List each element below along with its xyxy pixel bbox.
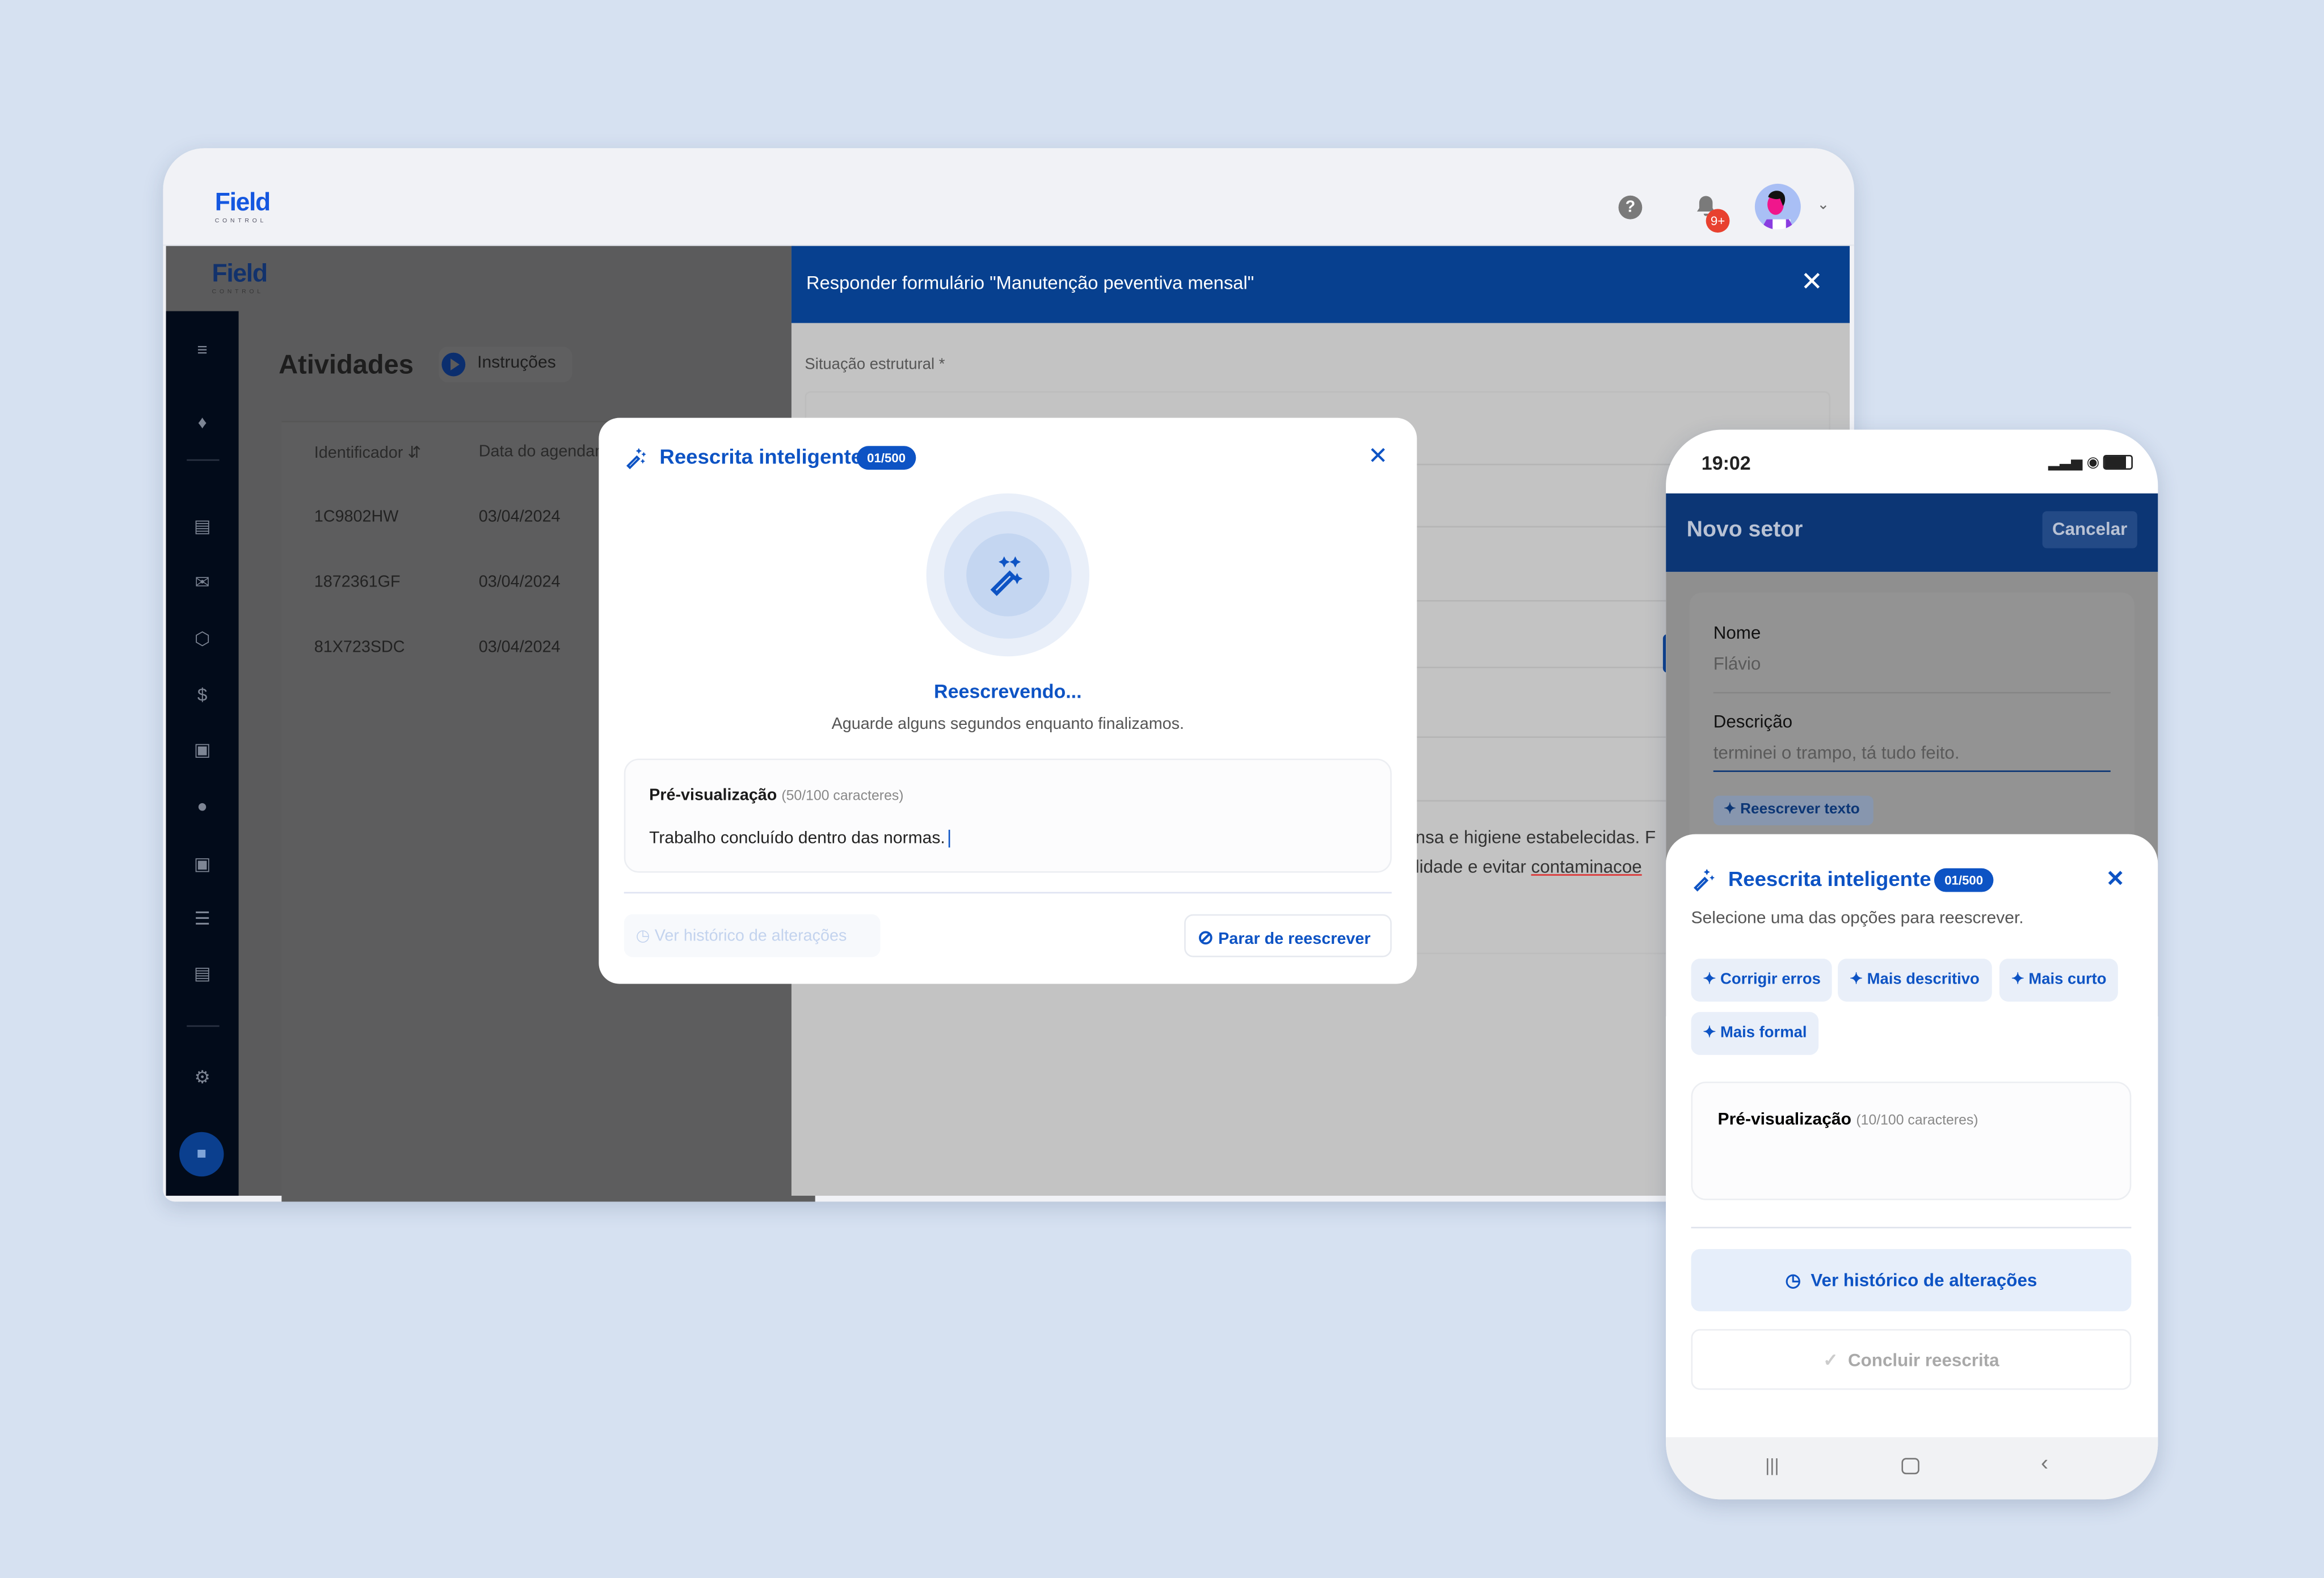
form-text: lidade e evitar contaminacoe bbox=[1415, 856, 1642, 877]
page-title: Atividades bbox=[279, 349, 414, 379]
home-icon[interactable] bbox=[1901, 1458, 1919, 1475]
notification-badge: 9+ bbox=[1706, 209, 1730, 233]
stop-icon: ⊘ bbox=[1197, 926, 1214, 948]
clipboard-icon[interactable]: ▤ bbox=[193, 516, 212, 537]
phone-header: Novo setor Cancelar bbox=[1666, 493, 2158, 572]
collapse-icon[interactable]: ≡ bbox=[193, 340, 212, 360]
column-header[interactable]: Identificador ⇵ bbox=[314, 443, 422, 462]
close-icon[interactable]: ✕ bbox=[2106, 866, 2125, 892]
cancel-button[interactable]: Cancelar bbox=[2042, 511, 2137, 548]
app-logo: Field CONTROL bbox=[212, 259, 268, 295]
history-button[interactable]: ◷ Ver histórico de alterações bbox=[1691, 1249, 2132, 1311]
option-mais-formal[interactable]: ✦ Mais formal bbox=[1691, 1012, 1819, 1055]
status-time: 19:02 bbox=[1701, 452, 1751, 474]
chart-icon[interactable]: ▤ bbox=[193, 964, 212, 984]
close-icon[interactable]: ✕ bbox=[1801, 267, 1823, 298]
finish-rewrite-button[interactable]: ✓ Concluir reescrita bbox=[1691, 1329, 2132, 1390]
option-mais-curto[interactable]: ✦ Mais curto bbox=[1999, 959, 2119, 1002]
field-label: Descrição bbox=[1713, 711, 1793, 732]
dollar-icon[interactable]: $ bbox=[193, 685, 212, 705]
stop-rewrite-button[interactable]: ⊘ Parar de reescrever bbox=[1184, 914, 1392, 957]
sidebar: ≡ ♦ ▤ ✉ ⬡ $ ▣ ● ▣ ☰ ▤ ⚙ ■ bbox=[166, 311, 239, 1196]
usage-badge: 01/500 bbox=[856, 446, 916, 470]
modal-title: Reescrita inteligente bbox=[659, 444, 863, 469]
preview-count: (10/100 caracteres) bbox=[1856, 1112, 1978, 1129]
status-icons: ▂▃▅ ◉ bbox=[2048, 455, 2133, 471]
preview-label: Pré-visualização bbox=[649, 787, 777, 805]
table-cell: 03/04/2024 bbox=[478, 573, 561, 592]
help-icon[interactable]: ? bbox=[1618, 195, 1643, 220]
check-icon: ✓ bbox=[1823, 1349, 1838, 1371]
top-bar: Field CONTROL ? 9+ ⌄ bbox=[163, 148, 1854, 246]
close-icon[interactable]: ✕ bbox=[1368, 441, 1388, 471]
preview-text[interactable]: Trabalho concluído dentro das normas. bbox=[649, 829, 950, 848]
preview-count: (50/100 caracteres) bbox=[781, 788, 904, 805]
rewrite-text-button[interactable]: ✦ Reescrever texto bbox=[1713, 795, 1873, 825]
divider bbox=[1691, 1226, 2132, 1229]
status-text: Reescrevendo... bbox=[934, 680, 1082, 703]
name-field[interactable]: Flávio bbox=[1713, 653, 1761, 674]
usage-badge: 01/500 bbox=[1934, 868, 1994, 892]
logo: Field CONTROL bbox=[214, 188, 271, 224]
status-subtitle: Aguarde alguns segundos enquanto finaliz… bbox=[831, 715, 1185, 734]
car-icon[interactable]: ▣ bbox=[193, 854, 212, 874]
chat-icon[interactable]: ■ bbox=[179, 1132, 224, 1177]
bell-icon[interactable]: ♦ bbox=[193, 412, 212, 433]
screen-title: Novo setor bbox=[1686, 517, 1803, 543]
sheet-title: Reescrita inteligente bbox=[1728, 867, 1931, 891]
gear-icon[interactable]: ⚙ bbox=[193, 1068, 212, 1087]
wifi-icon: ◉ bbox=[2086, 454, 2100, 471]
sheet-subtitle: Selecione uma das opções para reescrever… bbox=[1691, 909, 2024, 928]
signal-icon: ▂▃▅ bbox=[2048, 454, 2083, 471]
preview-box: Pré-visualização (50/100 caracteres) Tra… bbox=[624, 758, 1392, 873]
instructions-button[interactable]: Instruções bbox=[439, 347, 572, 382]
mail-icon[interactable]: ✉ bbox=[193, 573, 212, 593]
option-corrigir-erros[interactable]: ✦ Corrigir erros bbox=[1691, 959, 1833, 1002]
play-icon bbox=[441, 352, 466, 377]
description-field[interactable]: terminei o trampo, tá tudo feito. bbox=[1713, 742, 1960, 763]
android-nav-bar: ||| ‹ bbox=[1666, 1437, 2158, 1500]
form-header: Responder formulário "Manutenção peventi… bbox=[791, 246, 1850, 323]
field-label: Nome bbox=[1713, 622, 1761, 643]
table-cell: 03/04/2024 bbox=[478, 638, 561, 657]
chevron-down-icon[interactable]: ⌄ bbox=[1817, 197, 1830, 213]
divider bbox=[624, 892, 1392, 894]
preview-box: Pré-visualização (10/100 caracteres) bbox=[1691, 1081, 2132, 1200]
mobile-phone: 19:02 ▂▃▅ ◉ Novo setor Cancelar Nome Flá… bbox=[1666, 429, 2158, 1500]
clock-icon: ◷ bbox=[1785, 1269, 1801, 1291]
server-icon[interactable]: ☰ bbox=[193, 909, 212, 929]
back-icon[interactable]: ‹ bbox=[2041, 1450, 2048, 1475]
sort-icon: ⇵ bbox=[407, 444, 422, 463]
text-cursor bbox=[948, 829, 950, 848]
field-label: Situação estrutural * bbox=[805, 355, 945, 374]
box-icon[interactable]: ⬡ bbox=[193, 629, 212, 649]
rewrite-bottom-sheet: Reescrita inteligente 01/500 ✕ Selecione… bbox=[1666, 834, 2158, 1439]
magic-wand-icon bbox=[624, 446, 648, 470]
magic-wand-icon bbox=[1691, 867, 1716, 892]
battery-icon bbox=[2103, 455, 2133, 471]
table-cell[interactable]: 1C9802HW bbox=[314, 508, 399, 526]
preview-label: Pré-visualização bbox=[1717, 1111, 1852, 1129]
contact-icon[interactable]: ▣ bbox=[193, 740, 212, 760]
table-cell[interactable]: 81X723SDC bbox=[314, 639, 405, 656]
form-text: nsa e higiene estabelecidas. F bbox=[1415, 826, 1656, 848]
location-icon[interactable]: ● bbox=[193, 796, 212, 816]
history-button-disabled[interactable]: ◷ Ver histórico de alterações bbox=[624, 914, 881, 957]
option-mais-descritivo[interactable]: ✦ Mais descritivo bbox=[1838, 959, 1992, 1002]
magic-wand-icon bbox=[986, 552, 1030, 597]
rewriting-animation bbox=[926, 493, 1089, 657]
form-title: Responder formulário "Manutenção peventi… bbox=[806, 272, 1254, 294]
clock-icon: ◷ bbox=[635, 927, 650, 946]
recent-apps-icon[interactable]: ||| bbox=[1765, 1455, 1779, 1476]
smart-rewrite-modal: Reescrita inteligente 01/500 ✕ Reescreve… bbox=[599, 417, 1417, 984]
table-cell: 03/04/2024 bbox=[478, 508, 561, 526]
avatar[interactable] bbox=[1754, 183, 1801, 230]
stage: Field CONTROL ? 9+ ⌄ Field CONTROL Ativida… bbox=[0, 0, 2324, 1578]
table-cell[interactable]: 1872361GF bbox=[314, 573, 401, 591]
